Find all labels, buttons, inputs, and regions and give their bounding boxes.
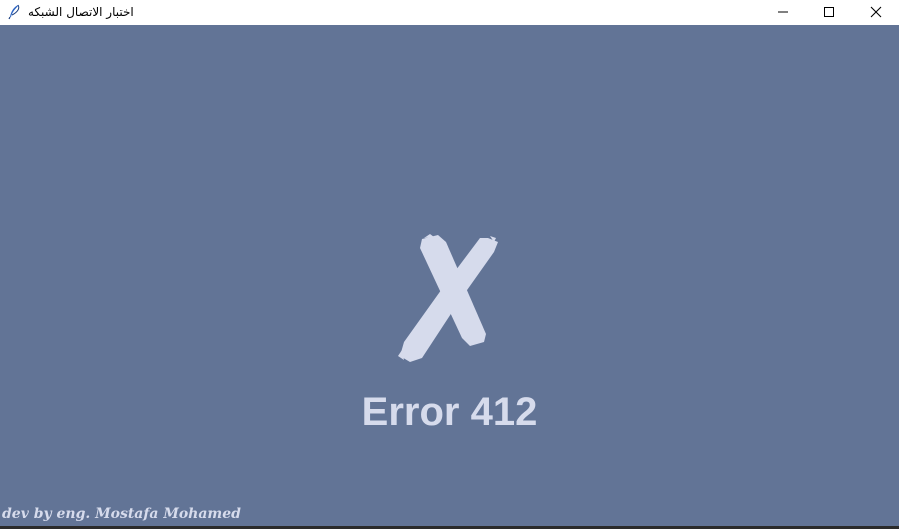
minimize-icon xyxy=(777,3,789,22)
minimize-button[interactable] xyxy=(760,0,806,25)
maximize-button[interactable] xyxy=(806,0,852,25)
close-button[interactable] xyxy=(853,0,899,25)
developer-credit: dev by eng. Mostafa Mohamed xyxy=(2,506,241,522)
title-bar[interactable]: اختبار الاتصال الشبكه xyxy=(0,0,899,25)
window-title: اختبار الاتصال الشبكه xyxy=(28,5,134,19)
error-message: Error 412 xyxy=(361,390,538,434)
x-mark-icon xyxy=(390,230,510,365)
app-window: اختبار الاتصال الشبكه Error 412 dev by e… xyxy=(0,0,899,529)
content-area: Error 412 dev by eng. Mostafa Mohamed xyxy=(0,25,899,526)
feather-icon xyxy=(6,4,22,20)
maximize-icon xyxy=(823,3,835,22)
close-icon xyxy=(870,3,882,22)
